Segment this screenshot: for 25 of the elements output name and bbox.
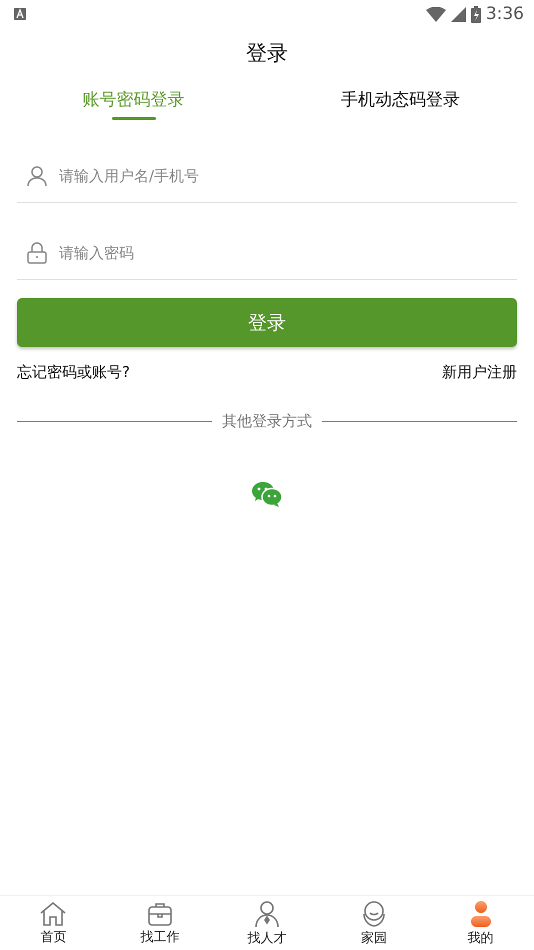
status-time: 3:36	[486, 4, 524, 24]
nav-tab[interactable]: 家园	[320, 896, 428, 950]
lock-icon	[27, 242, 47, 264]
nav-tab[interactable]: 首页	[0, 896, 107, 950]
username-field[interactable]: 请输入用户名/手机号	[57, 166, 517, 186]
forgot-password-link[interactable]: 忘记密码或账号?	[17, 363, 130, 382]
login-button[interactable]: 登录	[17, 298, 517, 347]
app-notification-icon	[14, 8, 26, 20]
battery-icon	[470, 6, 481, 22]
profile-icon	[470, 900, 492, 928]
person-icon	[254, 900, 280, 928]
register-link[interactable]: 新用户注册	[442, 363, 517, 382]
nav-tab[interactable]: 找人才	[214, 896, 320, 950]
nav-tab[interactable]: 我的	[427, 896, 534, 950]
wifi-icon	[426, 6, 446, 22]
home-icon	[39, 900, 68, 926]
other-login-label: 其他登录方式	[222, 412, 312, 431]
page-title: 登录	[245, 40, 289, 67]
login-tab[interactable]: 手机动态码登录	[267, 78, 534, 126]
password-field[interactable]: 请输入密码	[57, 243, 517, 263]
nav-tab[interactable]: 找工作	[106, 896, 214, 950]
user-icon	[27, 165, 47, 187]
briefcase-icon	[147, 900, 174, 926]
chat-bubbles-icon[interactable]	[251, 481, 283, 507]
signal-icon	[450, 6, 466, 22]
